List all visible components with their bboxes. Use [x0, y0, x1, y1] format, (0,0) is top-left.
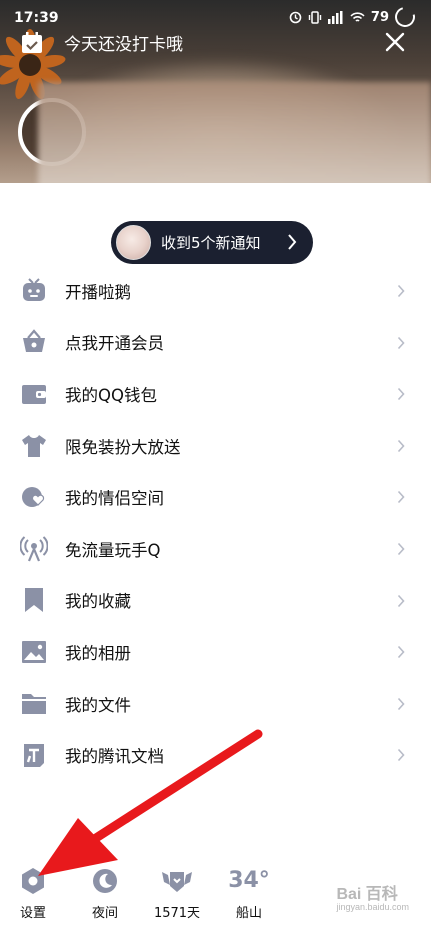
watermark-sub: jingyan.baidu.com	[336, 902, 409, 912]
chevron-right-icon	[397, 542, 405, 556]
menu-item-label: 我的相册	[65, 643, 131, 663]
menu-item-dressup[interactable]: 限免装扮大放送	[0, 420, 431, 472]
menu-item-favorites[interactable]: 我的收藏	[0, 575, 431, 627]
menu-item-free-data[interactable]: 免流量玩手Q	[0, 523, 431, 575]
battery-level: 79	[370, 9, 389, 25]
status-icons: 79	[289, 3, 419, 31]
menu-item-couple-space[interactable]: 我的情侣空间	[0, 471, 431, 523]
checkin-banner[interactable]: 今天还没打卡哦	[20, 30, 183, 55]
crown-basket-icon	[19, 327, 49, 357]
temperature-value: 34°	[228, 868, 270, 893]
bookmark-icon	[19, 585, 49, 615]
battery-icon	[391, 3, 419, 31]
chevron-right-icon	[397, 439, 405, 452]
menu-item-label: 我的情侣空间	[65, 489, 164, 509]
notification-text: 收到5个新通知	[161, 234, 261, 252]
menu-item-label: 我的腾讯文档	[65, 747, 164, 767]
weather-button[interactable]: 34° 船山	[219, 864, 279, 921]
watermark-brand: Bai 百科	[336, 886, 398, 903]
chevron-right-icon	[288, 234, 297, 250]
header-bottom-edge	[0, 183, 431, 213]
chevron-right-icon	[397, 388, 405, 401]
photo-icon	[19, 637, 49, 667]
wifi-icon	[350, 11, 365, 22]
chevron-right-icon	[397, 284, 405, 298]
menu-item-label: 开播啦鹅	[65, 282, 131, 302]
menu-item-files[interactable]: 我的文件	[0, 678, 431, 730]
winged-badge-icon	[147, 864, 207, 898]
settings-button[interactable]: 设置	[3, 864, 63, 921]
drawer-menu: 开播啦鹅 点我开通会员 我的QQ钱包 限免装扮大放送 我的情侣空间 免流量玩手Q…	[0, 265, 431, 781]
menu-item-label: 免流量玩手Q	[65, 540, 161, 560]
settings-label: 设置	[19, 906, 46, 921]
night-label: 夜间	[91, 906, 118, 921]
status-time: 17:39	[14, 10, 59, 26]
chevron-right-icon	[397, 491, 405, 504]
tv-robot-icon	[19, 276, 49, 306]
chevron-right-icon	[397, 646, 405, 659]
city-label: 船山	[235, 906, 262, 921]
hearts-icon	[19, 482, 49, 512]
menu-item-label: 限免装扮大放送	[65, 437, 181, 457]
alarm-icon	[289, 11, 302, 23]
menu-item-album[interactable]: 我的相册	[0, 626, 431, 678]
calendar-check-icon	[22, 31, 42, 53]
menu-item-wallet[interactable]: 我的QQ钱包	[0, 368, 431, 420]
chevron-right-icon	[397, 336, 405, 349]
days-label: 1571天	[153, 906, 201, 921]
tshirt-icon	[19, 431, 49, 461]
antenna-icon	[19, 534, 49, 564]
new-notifications-button[interactable]: 收到5个新通知	[111, 221, 313, 264]
settings-hexagon-icon	[3, 864, 63, 898]
night-mode-button[interactable]: 夜间	[75, 864, 135, 921]
menu-item-live[interactable]: 开播啦鹅	[0, 265, 431, 317]
checkin-text: 今天还没打卡哦	[64, 35, 183, 55]
baidu-watermark: Bai 百科 jingyan.baidu.com	[336, 880, 409, 912]
close-icon[interactable]	[383, 30, 407, 54]
days-badge-button[interactable]: 1571天	[147, 864, 207, 921]
notification-avatar	[116, 225, 151, 260]
chevron-right-icon	[397, 749, 405, 762]
wallet-icon	[19, 379, 49, 409]
menu-item-label: 我的文件	[65, 695, 131, 715]
moon-icon	[75, 864, 135, 898]
menu-item-label: 我的QQ钱包	[65, 385, 157, 405]
document-icon	[19, 740, 49, 770]
chevron-right-icon	[397, 697, 405, 710]
signal-icon	[327, 10, 343, 24]
chevron-right-icon	[397, 594, 405, 607]
menu-item-label: 点我开通会员	[65, 334, 164, 354]
menu-item-label: 我的收藏	[65, 592, 131, 612]
vibrate-icon	[308, 10, 322, 24]
menu-item-tencent-docs[interactable]: 我的腾讯文档	[0, 729, 431, 781]
menu-item-vip[interactable]: 点我开通会员	[0, 317, 431, 369]
folder-icon	[19, 689, 49, 719]
